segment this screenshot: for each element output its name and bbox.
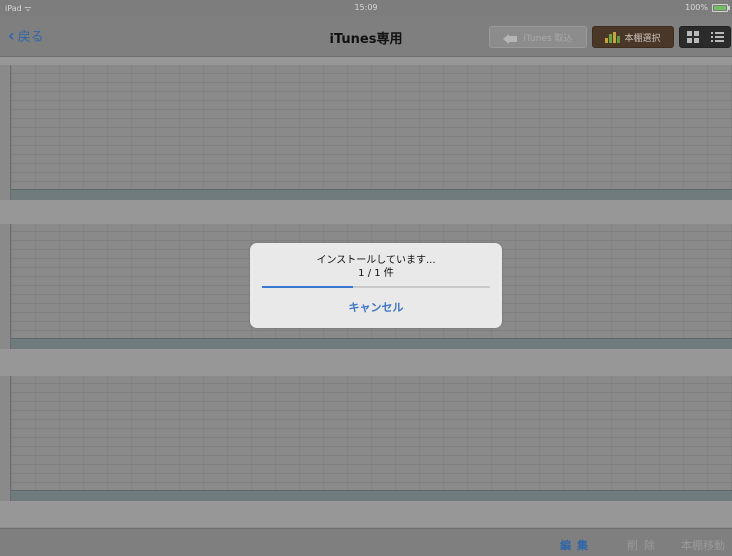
cancel-button[interactable]: キャンセル bbox=[250, 299, 502, 315]
shelf-row bbox=[10, 376, 732, 501]
install-progress-dialog: インストールしています... 1 / 1 件 キャンセル bbox=[250, 243, 502, 328]
shelf-ledge bbox=[11, 338, 732, 349]
status-time: 15:09 bbox=[354, 3, 378, 12]
view-toggle bbox=[679, 26, 731, 48]
navigation-bar: ‹ 戻る iTunes専用 iTunes 取込 本棚選択 bbox=[0, 16, 732, 57]
grid-view-button[interactable] bbox=[680, 27, 705, 47]
shelf-divider bbox=[0, 200, 732, 224]
delete-button[interactable]: 削除 bbox=[627, 537, 661, 553]
move-shelf-button[interactable]: 本棚移動 bbox=[681, 537, 725, 553]
shelf-divider bbox=[0, 501, 732, 527]
grid-view-icon bbox=[686, 31, 699, 43]
bottom-toolbar: 編集 削除 本棚移動 bbox=[0, 528, 732, 556]
install-count-text: 1 / 1 件 bbox=[358, 268, 394, 279]
shelf-ledge bbox=[11, 490, 732, 501]
list-view-button[interactable] bbox=[705, 27, 730, 47]
bar-chart-icon bbox=[605, 31, 621, 43]
dialog-message: インストールしています... 1 / 1 件 bbox=[250, 254, 502, 280]
battery-icon bbox=[712, 4, 730, 12]
itunes-import-label: iTunes 取込 bbox=[523, 33, 573, 44]
shelf-divider bbox=[0, 349, 732, 376]
status-bar: iPad ᯤ 15:09 100% bbox=[0, 0, 732, 16]
shelf-row bbox=[10, 65, 732, 200]
shelf-select-button[interactable]: 本棚選択 bbox=[592, 26, 674, 48]
install-status-text: インストールしています... bbox=[316, 255, 436, 266]
install-progress-fill bbox=[262, 286, 354, 288]
shelf-side bbox=[0, 65, 10, 200]
import-arrow-icon bbox=[503, 32, 518, 44]
shelf-side bbox=[0, 376, 10, 501]
shelf-side bbox=[0, 224, 10, 349]
list-view-icon bbox=[711, 32, 724, 42]
battery-percent: 100% bbox=[685, 3, 708, 12]
shelf-select-label: 本棚選択 bbox=[624, 33, 661, 44]
edit-button[interactable]: 編集 bbox=[560, 537, 594, 553]
itunes-import-button[interactable]: iTunes 取込 bbox=[489, 26, 587, 48]
shelf-ledge bbox=[11, 189, 732, 200]
shelf-divider bbox=[0, 57, 732, 65]
install-progress-bar bbox=[262, 286, 490, 288]
